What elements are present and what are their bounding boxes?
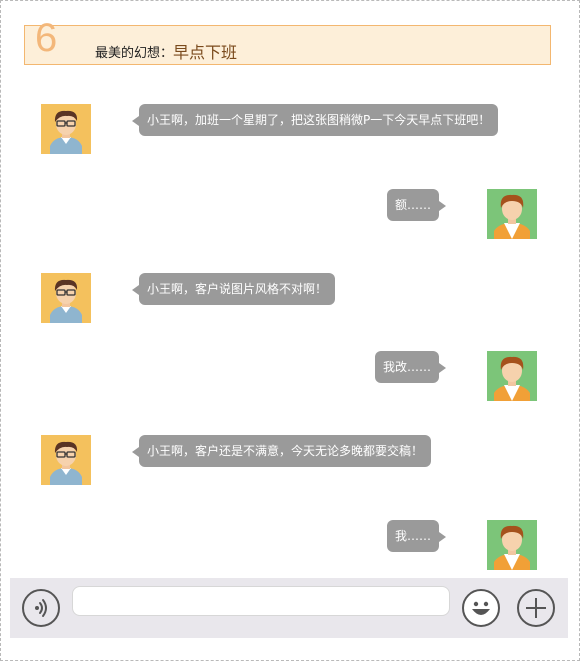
chat-message: 小王啊，加班一个星期了，把这张图稍微P一下今天早点下班吧！ bbox=[0, 104, 580, 156]
chat-message: 我…… bbox=[0, 520, 580, 572]
chat-input-bar bbox=[10, 578, 568, 638]
voice-icon bbox=[35, 599, 47, 617]
banner-prefix: 最美的幻想： bbox=[95, 46, 174, 61]
chat-message: 小王啊，客户还是不满意，今天无论多晚都要交稿！ bbox=[0, 435, 580, 487]
message-bubble[interactable]: 我改…… bbox=[374, 351, 447, 383]
chat-message: 小王啊，客户说图片风格不对啊！ bbox=[0, 273, 580, 325]
chat-message: 额…… bbox=[0, 189, 580, 241]
banner-label: 最美的幻想：早点下班 bbox=[95, 38, 237, 62]
message-bubble[interactable]: 小王啊，客户说图片风格不对啊！ bbox=[131, 273, 336, 305]
scene-number: 6 bbox=[35, 16, 58, 60]
user-avatar[interactable] bbox=[487, 189, 537, 239]
boss-avatar[interactable] bbox=[41, 435, 91, 485]
voice-button[interactable] bbox=[22, 589, 60, 627]
user-avatar[interactable] bbox=[487, 351, 537, 401]
emoji-icon bbox=[472, 601, 490, 615]
chat-message: 我改…… bbox=[0, 351, 580, 403]
message-bubble[interactable]: 小王啊，客户还是不满意，今天无论多晚都要交稿！ bbox=[131, 435, 432, 467]
more-button[interactable] bbox=[517, 589, 555, 627]
user-avatar[interactable] bbox=[487, 520, 537, 570]
message-bubble[interactable]: 我…… bbox=[386, 520, 447, 552]
boss-avatar[interactable] bbox=[41, 104, 91, 154]
message-bubble[interactable]: 小王啊，加班一个星期了，把这张图稍微P一下今天早点下班吧！ bbox=[131, 104, 499, 136]
message-bubble[interactable]: 额…… bbox=[386, 189, 447, 221]
message-input[interactable] bbox=[72, 586, 450, 616]
banner-highlight: 早点下班 bbox=[173, 43, 238, 62]
title-banner: 6 最美的幻想：早点下班 bbox=[24, 16, 551, 65]
plus-icon bbox=[526, 598, 546, 618]
emoji-button[interactable] bbox=[462, 589, 500, 627]
boss-avatar[interactable] bbox=[41, 273, 91, 323]
